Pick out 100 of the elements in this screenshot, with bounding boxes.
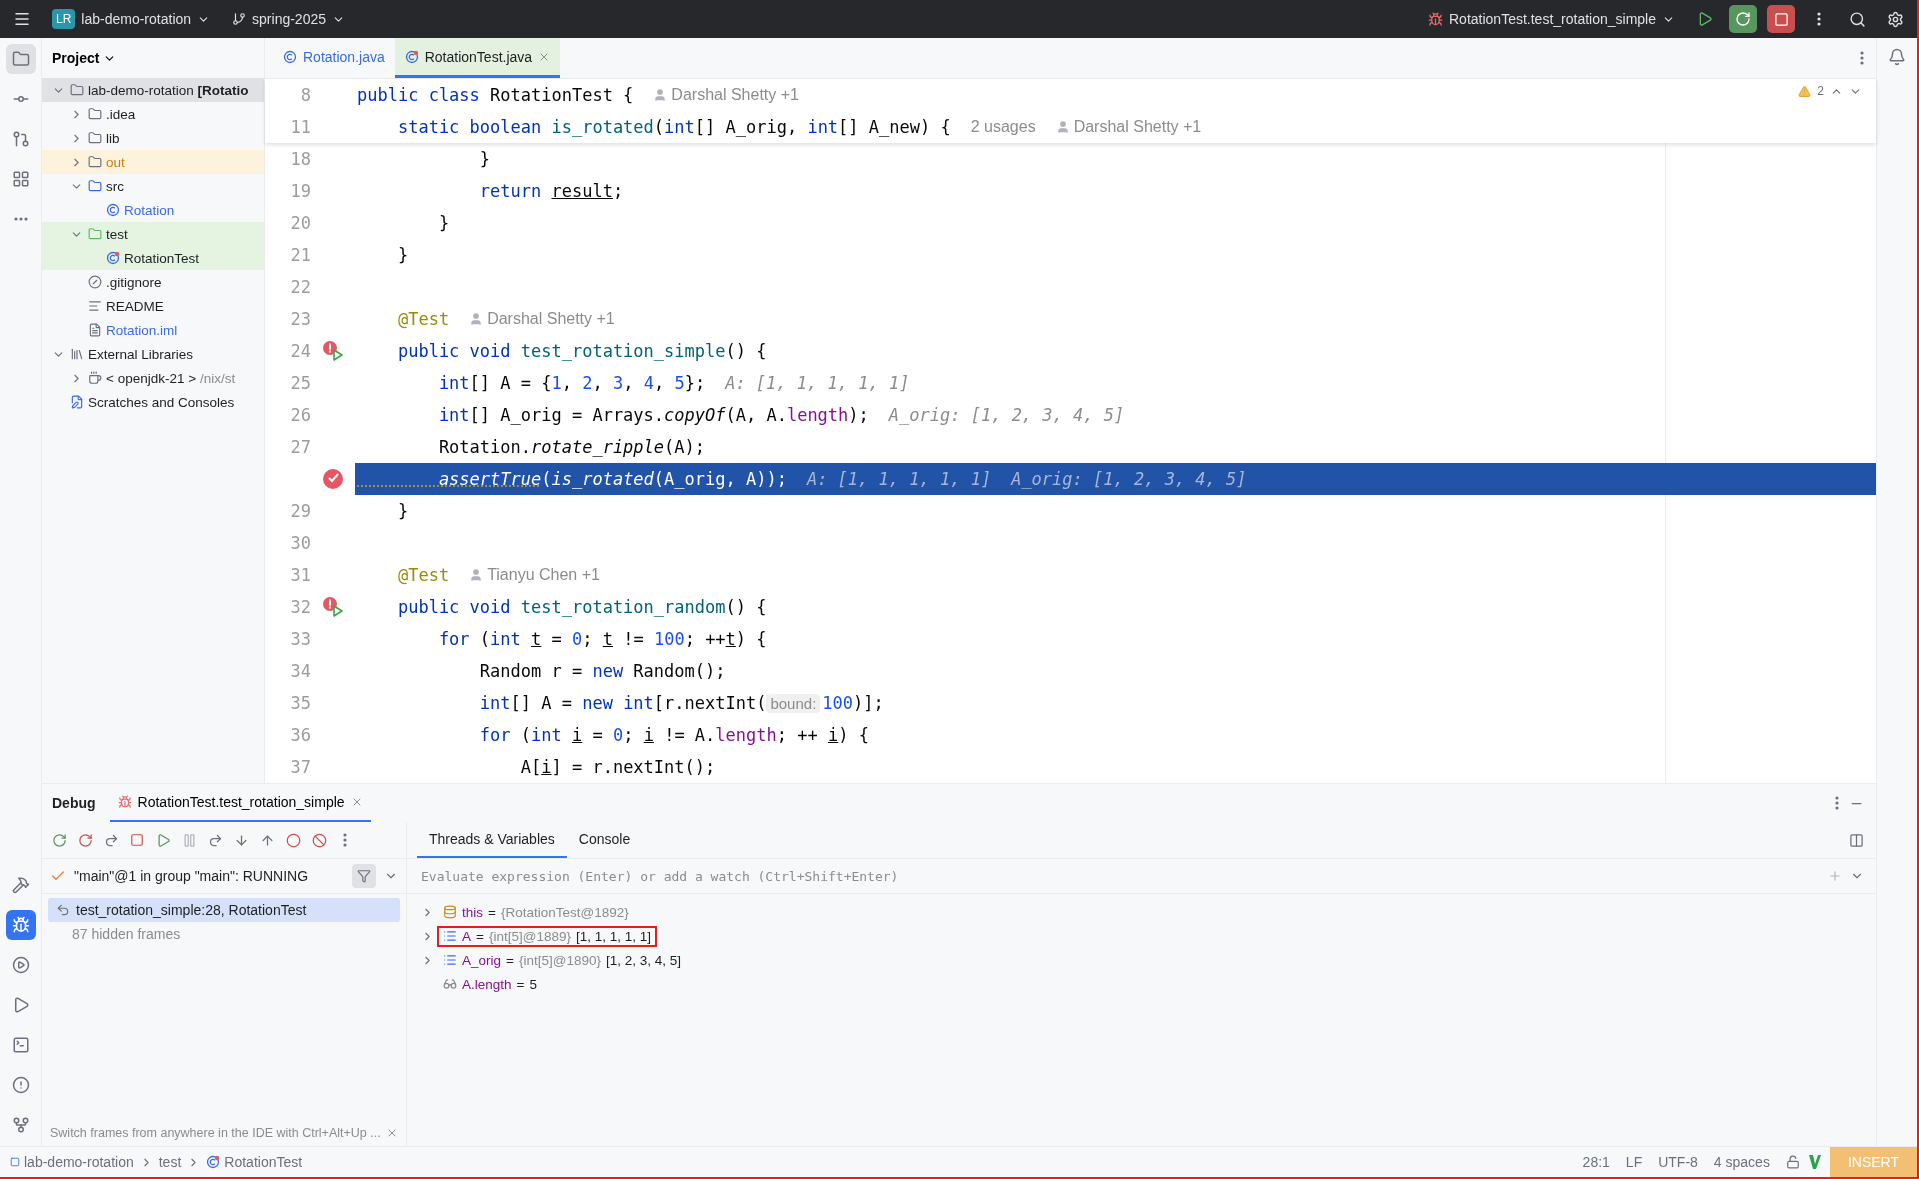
tree-item[interactable]: RotationTest <box>42 246 264 270</box>
warning-count[interactable]: 2 <box>1817 84 1824 98</box>
folder-tool-button[interactable] <box>5 44 36 74</box>
arrow-down-icon <box>233 832 249 848</box>
tree-item-label: out <box>106 154 125 170</box>
usages-hint[interactable]: 2 usages <box>970 118 1036 136</box>
play-icon <box>155 832 171 848</box>
file-encoding[interactable]: UTF-8 <box>1650 1154 1706 1170</box>
branch-selector[interactable]: spring-2025 <box>226 7 351 31</box>
filter-button[interactable] <box>352 864 376 888</box>
file-icon <box>88 323 102 337</box>
stack-frame[interactable]: test_rotation_simple:28, RotationTest <box>48 898 400 922</box>
settings-icon <box>1886 10 1904 28</box>
line-number: 33 <box>289 629 311 649</box>
tree-item[interactable]: README <box>42 294 264 318</box>
menu-icon <box>13 10 31 28</box>
person-icon <box>469 312 484 326</box>
stop-icon <box>1773 11 1789 27</box>
tree-item[interactable]: Scratches and Consoles <box>42 390 264 414</box>
variable-entry[interactable]: A = {int[5]@1889} [1, 1, 1, 1, 1] <box>439 927 655 945</box>
tree-item[interactable]: Rotation <box>42 198 264 222</box>
tree-item[interactable]: Rotation.iml <box>42 318 264 342</box>
code-line: } <box>437 213 450 233</box>
stop-button[interactable] <box>1767 5 1795 33</box>
folder-icon <box>11 50 30 68</box>
breakpoint-run-icon[interactable] <box>321 596 345 618</box>
thread-selector[interactable]: "main"@1 in group "main": RUNNING <box>74 868 344 884</box>
line-number: 34 <box>289 661 311 681</box>
notifications-icon[interactable] <box>1888 48 1906 66</box>
variable-entry[interactable]: A.length = 5 <box>439 975 541 993</box>
tree-item[interactable]: src <box>42 174 264 198</box>
line-number: 30 <box>289 533 311 553</box>
line-number: 37 <box>289 757 311 777</box>
ignore-file-icon <box>88 275 102 289</box>
tree-item-label: External Libraries <box>88 346 194 362</box>
code-line: } <box>396 245 409 265</box>
debug-tool-button[interactable] <box>5 910 36 940</box>
debug-session-tab[interactable]: RotationTest.test_rotation_simple <box>109 784 371 822</box>
close-icon[interactable] <box>386 1127 398 1139</box>
code-author-hint[interactable]: Darshal Shetty +1 <box>1055 118 1202 136</box>
tip-text: Switch frames from anywhere in the IDE with Ctrl+Alt+Up ... <box>50 1126 381 1140</box>
redo-arrow-icon <box>103 832 119 848</box>
layout-icon[interactable] <box>1849 832 1864 848</box>
line-number: 24 <box>289 341 311 361</box>
debug-restart-button[interactable] <box>1729 5 1757 33</box>
project-selector[interactable]: LR lab-demo-rotation <box>46 5 217 33</box>
line-number: 26 <box>289 405 311 425</box>
line-number: 36 <box>289 725 311 745</box>
tree-item[interactable]: .idea <box>42 102 264 126</box>
tree-item[interactable]: lab-demo-rotation [Rotatio <box>42 78 264 102</box>
code-line: return result; <box>478 181 624 201</box>
line-number: 25 <box>289 373 311 393</box>
person-icon <box>469 568 484 582</box>
terminal-icon <box>11 1036 30 1054</box>
array-icon <box>443 929 457 943</box>
indent-setting[interactable]: 4 spaces <box>1705 1154 1778 1170</box>
debug-tab[interactable]: Console <box>566 822 643 858</box>
tree-item[interactable]: < openjdk-21 > /nix/st <box>42 366 264 390</box>
more-icon <box>343 833 347 847</box>
evaluate-expression-field[interactable]: Evaluate expression (Enter) or add a watch (Ctrl+Shift+Enter) <box>419 867 1820 885</box>
code-line: @Test <box>396 309 450 329</box>
run-configuration-selector[interactable]: RotationTest.test_rotation_simple <box>1422 7 1681 31</box>
play-icon <box>1697 11 1713 27</box>
build-icon <box>11 876 30 894</box>
person-icon <box>1055 120 1070 134</box>
caret-position[interactable]: 28:1 <box>1574 1154 1618 1170</box>
vim-icon[interactable] <box>1807 1154 1822 1170</box>
variable-entry[interactable]: A_orig = {int[5]@1890} [1, 2, 3, 4, 5] <box>439 951 685 969</box>
test-class-icon <box>106 251 120 265</box>
breakpoint-hit-icon[interactable] <box>322 468 344 490</box>
debug-tab[interactable]: Threads & Variables <box>417 822 567 858</box>
return-arrow-icon <box>56 903 70 917</box>
more-icon[interactable] <box>1835 796 1839 810</box>
breadcrumb[interactable]: lab-demo-rotation <box>10 1154 134 1170</box>
tree-item[interactable]: External Libraries <box>42 342 264 366</box>
warning-icon[interactable] <box>1798 84 1812 98</box>
variable-entry[interactable]: this = {RotationTest@1892} <box>439 903 633 921</box>
line-ending[interactable]: LF <box>1617 1154 1651 1170</box>
tree-item[interactable]: test <box>42 222 264 246</box>
search-icon <box>1848 10 1866 28</box>
breadcrumb[interactable]: test <box>158 1154 182 1170</box>
project-panel-title[interactable]: Project <box>42 38 127 78</box>
folder-icon <box>88 107 102 121</box>
folder-icon <box>88 227 102 241</box>
tree-item[interactable]: lib <box>42 126 264 150</box>
breakpoint-run-icon[interactable] <box>321 340 345 362</box>
more-icon[interactable] <box>1860 51 1864 65</box>
more-icon <box>1817 12 1821 26</box>
array-icon <box>443 953 457 967</box>
editor-tab[interactable]: RotationTest.java <box>394 38 561 78</box>
line-number: 8 <box>299 85 311 105</box>
tree-item-label: .idea <box>106 106 136 122</box>
tree-item-label: README <box>106 298 164 314</box>
editor-tab[interactable]: Rotation.java <box>273 38 395 78</box>
lock-open-icon[interactable] <box>1785 1155 1800 1169</box>
breadcrumb[interactable]: RotationTest <box>206 1154 303 1170</box>
line-number: 32 <box>289 597 311 617</box>
tree-item-label: lib <box>106 130 120 146</box>
tree-item-label: lab-demo-rotation [Rotatio <box>88 82 249 98</box>
tree-item[interactable]: .gitignore <box>42 270 264 294</box>
